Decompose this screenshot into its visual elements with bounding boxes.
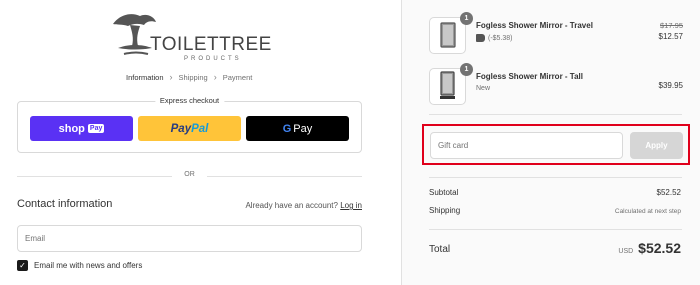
shop-pay-button[interactable]: shop Pay <box>30 116 133 141</box>
brand-name: TOILETTREE <box>150 34 272 55</box>
or-text: OR <box>184 171 195 178</box>
total-label: Total <box>429 244 451 255</box>
newsletter-label: Email me with news and offers <box>34 261 143 270</box>
subtotal-label: Subtotal <box>429 188 459 197</box>
chevron-right-icon: › <box>213 72 217 82</box>
cart-line-item: 1 Fogless Shower Mirror - Tall New $39.9… <box>429 63 691 108</box>
google-pay-text: Pay <box>293 122 313 135</box>
newsletter-opt-in[interactable]: ✓ Email me with news and offers <box>17 260 142 271</box>
total-amount: $52.52 <box>638 240 681 256</box>
contact-info-heading: Contact information <box>17 198 113 210</box>
brand-subtitle: PRODUCTS <box>184 56 242 62</box>
divider <box>429 177 682 178</box>
apply-button[interactable]: Apply <box>630 132 683 159</box>
discount-amount: (-$5.38) <box>488 34 513 42</box>
shipping-label: Shipping <box>429 206 461 215</box>
newsletter-checkbox[interactable]: ✓ <box>17 260 28 271</box>
paypal-text-pal: Pal <box>191 122 209 135</box>
email-field[interactable] <box>17 225 362 252</box>
breadcrumb-payment: Payment <box>222 73 253 82</box>
mirror-tall-image <box>440 71 455 99</box>
google-g-icon: G <box>282 122 292 135</box>
shop-pay-text: shop <box>58 122 85 135</box>
product-name: Fogless Shower Mirror - Travel <box>476 21 593 30</box>
paypal-button[interactable]: Pay Pal <box>138 116 241 141</box>
quantity-badge: 1 <box>460 12 473 25</box>
checkout-main-panel: TOILETTREE PRODUCTS Information › Shippi… <box>0 0 401 285</box>
login-link[interactable]: Log in <box>340 201 362 210</box>
breadcrumb: Information › Shipping › Payment <box>126 72 253 83</box>
chevron-right-icon: › <box>169 72 173 82</box>
shop-pay-badge: Pay <box>87 124 105 133</box>
divider <box>429 114 682 115</box>
shipping-value: Calculated at next step <box>614 208 681 215</box>
discount-tag-icon <box>476 34 485 42</box>
product-discount: (-$5.38) <box>476 34 513 42</box>
mirror-travel-image <box>440 22 456 48</box>
product-price: $12.57 <box>658 32 683 41</box>
google-pay-button[interactable]: G Pay <box>246 116 349 141</box>
account-prompt: Already have an account? Log in <box>245 201 362 210</box>
currency-code: USD <box>618 248 634 255</box>
divider <box>429 229 682 230</box>
divider-line <box>207 176 362 177</box>
or-divider: OR <box>17 171 362 181</box>
quantity-badge: 1 <box>460 63 473 76</box>
express-checkout: Express checkout shop Pay Pay Pal G Pay <box>17 96 362 153</box>
order-summary-panel: 1 Fogless Shower Mirror - Travel (-$5.38… <box>401 0 700 285</box>
express-checkout-label: Express checkout <box>154 96 225 105</box>
total-amount-group: USD $52.52 <box>618 240 681 256</box>
gift-card-section: Apply <box>422 124 690 165</box>
subtotal-value: $52.52 <box>656 188 681 197</box>
cart-line-item: 1 Fogless Shower Mirror - Travel (-$5.38… <box>429 12 691 57</box>
divider-line <box>17 176 172 177</box>
gift-card-input[interactable] <box>430 132 623 159</box>
product-variant: New <box>476 85 491 92</box>
original-price: $17.95 <box>660 21 683 30</box>
toilettree-logo[interactable]: TOILETTREE PRODUCTS <box>110 10 272 68</box>
account-prompt-text: Already have an account? <box>245 201 338 210</box>
breadcrumb-shipping: Shipping <box>178 73 208 82</box>
product-name: Fogless Shower Mirror - Tall <box>476 72 583 81</box>
paypal-text-pay: Pay <box>170 122 192 135</box>
product-price: $39.95 <box>658 81 683 90</box>
breadcrumb-information[interactable]: Information <box>126 73 164 82</box>
